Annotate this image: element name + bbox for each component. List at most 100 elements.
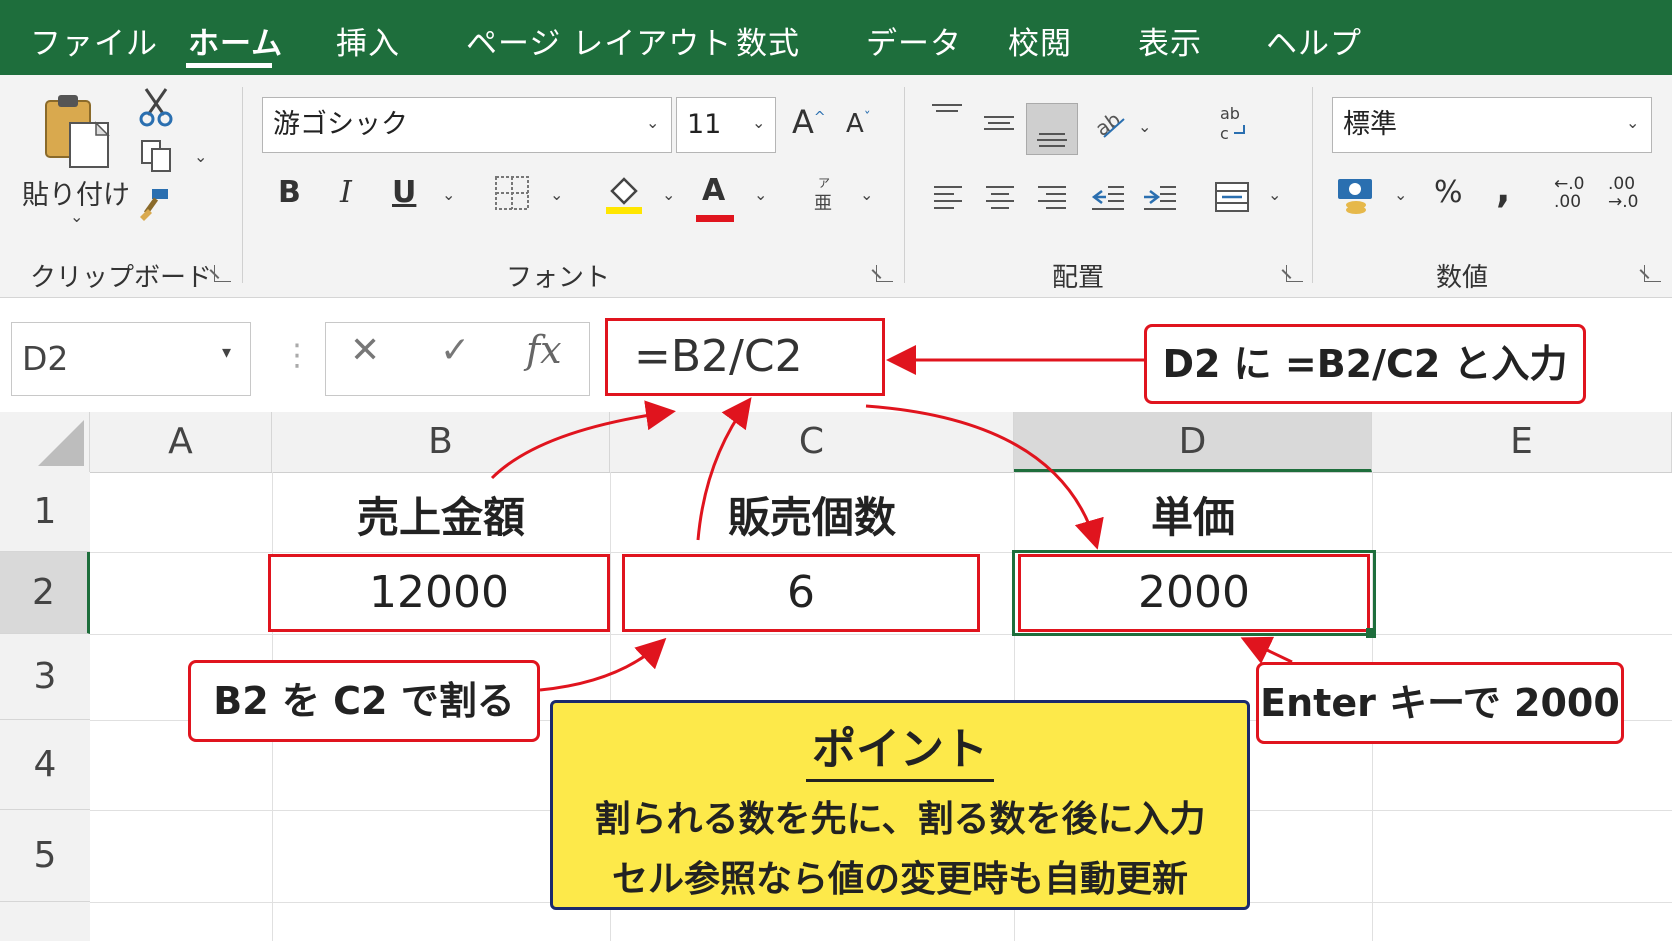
align-middle-icon[interactable]: [982, 101, 1016, 145]
font-size-dropdown-icon[interactable]: ⌄: [752, 113, 765, 132]
shrink-font-button[interactable]: Aˇ: [846, 109, 871, 139]
font-name-combo[interactable]: 游ゴシック: [262, 97, 672, 153]
column-header-a[interactable]: A: [90, 412, 272, 472]
enter-entry-icon[interactable]: ✓: [440, 330, 470, 371]
fill-color-icon[interactable]: [604, 173, 644, 219]
svg-text:ab: ab: [1094, 107, 1125, 141]
borders-dropdown-icon[interactable]: ⌄: [550, 185, 563, 204]
copy-icon[interactable]: [140, 139, 174, 179]
borders-icon[interactable]: [494, 175, 530, 215]
tab-formulas[interactable]: 数式: [736, 18, 800, 63]
accounting-format-icon[interactable]: [1336, 175, 1376, 219]
group-separator: [904, 87, 905, 283]
percent-style-button[interactable]: %: [1434, 175, 1463, 210]
font-color-button[interactable]: A: [702, 173, 725, 208]
row-header-1[interactable]: 1: [0, 472, 90, 552]
cell-b2[interactable]: 12000: [268, 554, 610, 632]
cell-d2[interactable]: 2000: [1018, 554, 1370, 632]
insert-function-icon[interactable]: fx: [526, 328, 562, 372]
font-color-dropdown-icon[interactable]: ⌄: [754, 185, 767, 204]
align-center-icon[interactable]: [984, 183, 1016, 217]
fill-handle[interactable]: [1366, 628, 1376, 638]
column-header-d[interactable]: D: [1014, 412, 1372, 472]
merge-center-icon[interactable]: [1214, 179, 1250, 219]
column-header-c[interactable]: C: [610, 412, 1014, 472]
align-bottom-button[interactable]: [1026, 103, 1078, 155]
grow-font-button[interactable]: A^: [792, 103, 826, 141]
comma-style-button[interactable]: ,: [1496, 167, 1510, 211]
increase-decimal-button[interactable]: ←.0 .00: [1554, 175, 1584, 211]
ribbon-tab-bar: ファイル ホーム 挿入 ページ レイアウト 数式 データ 校閲 表示 ヘルプ: [0, 0, 1672, 75]
tab-help[interactable]: ヘルプ: [1266, 18, 1362, 63]
name-box[interactable]: D2: [11, 322, 251, 396]
group-separator: [242, 87, 243, 283]
copy-dropdown-icon[interactable]: ⌄: [194, 147, 207, 166]
cell-d1[interactable]: 単価: [1014, 484, 1372, 545]
orientation-dropdown-icon[interactable]: ⌄: [1138, 117, 1151, 136]
number-format-dropdown-icon[interactable]: ⌄: [1626, 113, 1639, 132]
row-header-4[interactable]: 4: [0, 720, 90, 810]
cell-c2[interactable]: 6: [622, 554, 980, 632]
row-header-2[interactable]: 2: [0, 552, 90, 634]
fill-color-dropdown-icon[interactable]: ⌄: [662, 185, 675, 204]
alignment-launcher-icon[interactable]: [1286, 265, 1303, 282]
row-header-3[interactable]: 3: [0, 634, 90, 720]
cut-icon[interactable]: [138, 87, 174, 131]
gridline: [90, 552, 1672, 553]
gridline: [90, 634, 1672, 635]
bold-button[interactable]: B: [278, 175, 301, 210]
cell-c1[interactable]: 販売個数: [610, 484, 1014, 545]
font-launcher-icon[interactable]: [876, 265, 893, 282]
font-name-value: 游ゴシック: [273, 109, 408, 140]
align-right-icon[interactable]: [1036, 183, 1068, 217]
tab-view[interactable]: 表示: [1138, 18, 1202, 63]
format-painter-icon[interactable]: [138, 187, 172, 225]
tab-insert[interactable]: 挿入: [336, 18, 400, 63]
cancel-entry-icon[interactable]: ✕: [350, 330, 380, 371]
cell-b1[interactable]: 売上金額: [272, 484, 610, 545]
decrease-indent-icon[interactable]: [1090, 181, 1126, 217]
tab-page-layout[interactable]: ページ レイアウト: [466, 18, 732, 63]
orientation-icon[interactable]: ab: [1091, 107, 1130, 145]
tab-home[interactable]: ホーム: [188, 18, 283, 63]
name-box-dropdown-icon[interactable]: ▾: [222, 342, 231, 363]
name-box-value: D2: [22, 339, 69, 378]
select-all-button[interactable]: [0, 412, 90, 472]
shrink-font-glyph: A: [846, 109, 864, 139]
tab-review[interactable]: 校閲: [1008, 18, 1072, 63]
clipboard-group-label: クリップボード: [30, 263, 213, 293]
align-left-icon[interactable]: [932, 183, 964, 217]
align-top-icon[interactable]: [930, 101, 964, 131]
formula-input[interactable]: =B2/C2: [605, 318, 885, 396]
formula-bar-splitter[interactable]: ⋮: [282, 338, 312, 373]
column-header-b[interactable]: B: [272, 412, 610, 472]
underline-dropdown-icon[interactable]: ⌄: [442, 185, 455, 204]
number-launcher-icon[interactable]: [1644, 265, 1661, 282]
number-format-combo[interactable]: 標準: [1332, 97, 1652, 153]
group-separator: [1312, 87, 1313, 283]
phonetic-dropdown-icon[interactable]: ⌄: [860, 185, 873, 204]
clipboard-launcher-icon[interactable]: [214, 265, 231, 282]
font-group-label: フォント: [506, 263, 611, 293]
column-header-e[interactable]: E: [1372, 412, 1672, 472]
font-size-value: 11: [687, 109, 722, 140]
decrease-decimal-button[interactable]: .00 →.0: [1608, 175, 1638, 211]
phonetic-icon[interactable]: ア亜: [812, 175, 838, 217]
alignment-group-label: 配置: [1052, 263, 1105, 293]
accounting-dropdown-icon[interactable]: ⌄: [1394, 185, 1407, 204]
merge-dropdown-icon[interactable]: ⌄: [1268, 185, 1281, 204]
ribbon: 貼り付け ⌄ ⌄ クリップボード 游ゴシック ⌄ 11 ⌄ A^ Aˇ B I …: [0, 75, 1672, 298]
svg-text:ア: ア: [818, 176, 830, 190]
increase-indent-icon[interactable]: [1142, 181, 1178, 217]
italic-button[interactable]: I: [340, 175, 352, 210]
paste-icon[interactable]: [42, 91, 114, 175]
tab-data[interactable]: データ: [866, 18, 962, 63]
underline-button[interactable]: U: [392, 175, 416, 210]
row-header-5[interactable]: 5: [0, 810, 90, 902]
svg-text:c: c: [1220, 124, 1229, 143]
paste-dropdown-icon[interactable]: ⌄: [70, 207, 83, 226]
wrap-text-icon[interactable]: ab c: [1218, 104, 1248, 147]
svg-text:ab: ab: [1220, 105, 1240, 123]
font-name-dropdown-icon[interactable]: ⌄: [646, 113, 659, 132]
tab-file[interactable]: ファイル: [30, 18, 158, 63]
